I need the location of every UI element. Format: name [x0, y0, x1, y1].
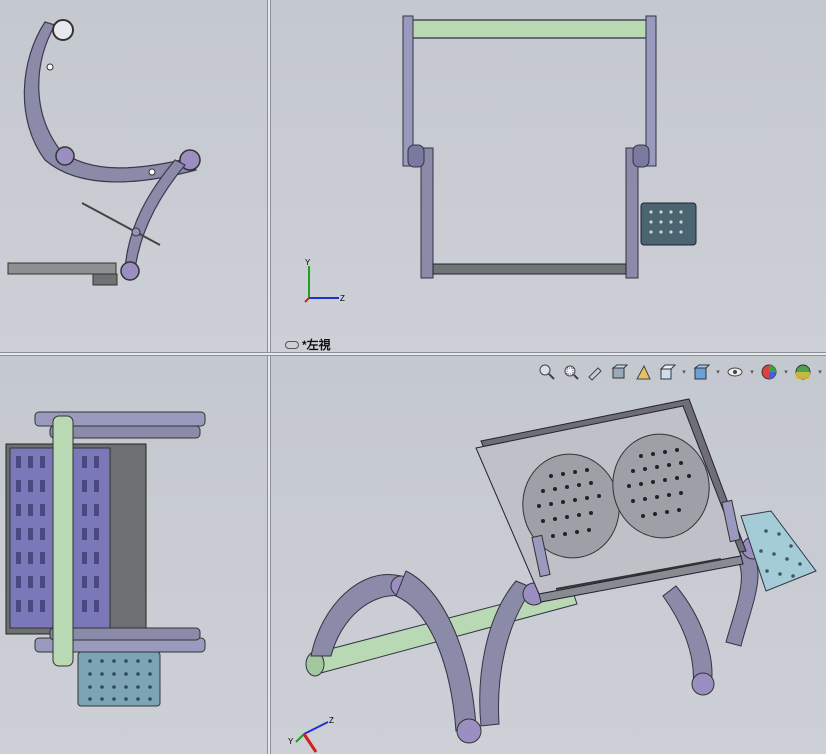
- viewport-splitter-vertical[interactable]: [267, 0, 271, 754]
- chevron-down-icon[interactable]: ▾: [816, 361, 824, 383]
- heads-up-view-toolbar: ▾ ▾ ▾ ▾ ▾: [536, 361, 824, 383]
- edit-appearance-icon[interactable]: [758, 361, 780, 383]
- triad-top-right: Y Z: [301, 258, 351, 308]
- viewport-bottom-right[interactable]: ▾ ▾ ▾ ▾ ▾ Y Z: [271, 356, 826, 754]
- top-view-drawing: [5, 411, 206, 707]
- hide-show-items-icon[interactable]: [724, 361, 746, 383]
- chevron-down-icon[interactable]: ▾: [748, 361, 756, 383]
- chevron-down-icon[interactable]: ▾: [714, 361, 722, 383]
- previous-view-icon[interactable]: [584, 361, 606, 383]
- display-style-icon[interactable]: [690, 361, 712, 383]
- active-view-label: *左視: [285, 336, 331, 352]
- zoom-to-fit-icon[interactable]: [536, 361, 558, 383]
- zoom-to-area-icon[interactable]: [560, 361, 582, 383]
- side-view-drawing: [7, 19, 201, 286]
- link-icon: [285, 340, 299, 349]
- triad-y-label: Y: [305, 258, 311, 267]
- chevron-down-icon[interactable]: ▾: [782, 361, 790, 383]
- triad-bottom-right: Y Z: [286, 712, 336, 754]
- viewport-bottom-left[interactable]: [0, 356, 267, 754]
- front-view-drawing: [402, 15, 697, 279]
- viewport-top-left[interactable]: [0, 0, 267, 352]
- view-name: *左視: [302, 338, 331, 352]
- section-view-icon[interactable]: [608, 361, 630, 383]
- isometric-view-drawing: [305, 398, 817, 744]
- apply-scene-icon[interactable]: [792, 361, 814, 383]
- triad-y-label: Y: [288, 737, 294, 746]
- cad-window: Y Z *左視 ▾ ▾ ▾ ▾ ▾ Y Z: [0, 0, 826, 754]
- chevron-down-icon[interactable]: ▾: [680, 361, 688, 383]
- triad-z-label: Z: [329, 716, 334, 725]
- view-orientation-icon[interactable]: [656, 361, 678, 383]
- viewport-splitter-horizontal[interactable]: [0, 352, 826, 356]
- triad-z-label: Z: [340, 294, 345, 303]
- viewport-top-right[interactable]: Y Z *左視: [271, 0, 826, 352]
- dynamic-annotation-view-icon[interactable]: [632, 361, 654, 383]
